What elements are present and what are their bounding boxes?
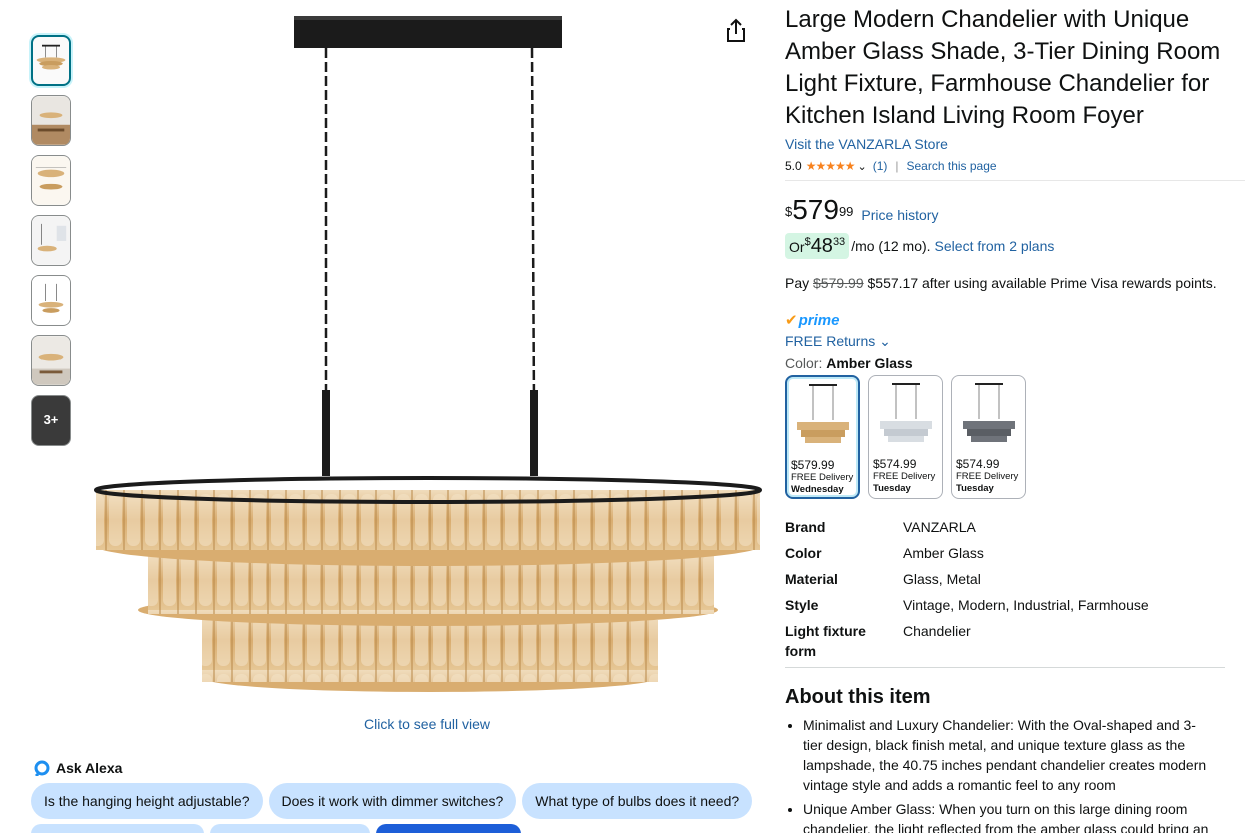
prime-badge: ✔ prime [785, 311, 1230, 330]
color-selector-label: Color: Amber Glass [785, 355, 1230, 371]
swatch-delivery: FREE Delivery [873, 471, 936, 482]
swatch-price: $579.99 [791, 458, 835, 472]
more-count: 3+ [43, 412, 59, 427]
monthly-price-badge: Or $48 33 [785, 233, 850, 259]
monthly-fraction: 33 [832, 236, 846, 248]
swatch-delivery: FREE Delivery [791, 472, 854, 483]
spec-row: Material Glass, Metal [785, 569, 1230, 589]
alexa-chip-partial[interactable] [210, 824, 370, 833]
price-history-link[interactable]: Price history [861, 207, 938, 223]
spec-value: Chandelier [903, 623, 971, 639]
product-details: Large Modern Chandelier with Unique Ambe… [785, 4, 1245, 833]
divider [785, 667, 1225, 668]
spec-value: Amber Glass [903, 545, 984, 561]
swatch-delivery: FREE Delivery [956, 471, 1019, 482]
swatch-smoke-glass[interactable]: $574.99 FREE Delivery Tuesday [951, 375, 1026, 499]
alexa-chip-hanging-height[interactable]: Is the hanging height adjustable? [31, 783, 263, 819]
ask-alexa-label: Ask Alexa [56, 760, 123, 776]
prime-check-icon: ✔ [785, 312, 798, 329]
swatch-delivery-day: Tuesday [956, 483, 994, 494]
rating-row: 5.0 ★★★★★ ⌄ (1) | Search this page [785, 158, 1230, 174]
thumbnail-2[interactable] [31, 95, 71, 146]
spec-value: Vintage, Modern, Industrial, Farmhouse [903, 597, 1149, 613]
spec-row: Color Amber Glass [785, 543, 1230, 563]
swatch-delivery-day: Wednesday [791, 484, 844, 495]
about-bullets: Minimalist and Luxury Chandelier: With t… [785, 715, 1215, 833]
spec-key: Light fixture form [785, 623, 866, 659]
about-title: About this item [785, 686, 931, 708]
spec-row: Brand VANZARLA [785, 517, 1230, 537]
ask-alexa: Ask Alexa [34, 760, 122, 776]
alexa-chip-dimmer[interactable]: Does it work with dimmer switches? [268, 783, 517, 819]
spec-row: Light fixture form Chandelier [785, 621, 1230, 661]
full-view-link[interactable]: Click to see full view [364, 716, 490, 732]
free-returns-label: FREE Returns [785, 333, 876, 349]
prime-visa-pay-row: Pay $579.99 $557.17 after using availabl… [785, 275, 1230, 291]
monthly-symbol: $ [804, 236, 811, 248]
swatch-amber-glass[interactable]: $579.99 FREE Delivery Wednesday [785, 375, 860, 499]
about-bullet: Unique Amber Glass: When you turn on thi… [803, 799, 1215, 833]
thumbnail-6[interactable] [31, 335, 71, 386]
monthly-whole: 48 [810, 235, 833, 257]
spec-key: Material [785, 571, 838, 587]
swatch-price: $574.99 [956, 457, 1000, 471]
alexa-icon [34, 760, 50, 776]
pay-prefix: Pay [785, 275, 814, 291]
alexa-chip-partial[interactable] [31, 824, 204, 833]
divider [785, 180, 1245, 181]
chevron-down-icon[interactable]: ⌄ [857, 160, 866, 173]
spec-key: Style [785, 597, 819, 613]
spec-value: VANZARLA [903, 519, 976, 535]
spec-row: Style Vintage, Modern, Industrial, Farmho… [785, 595, 1230, 615]
swatch-price: $574.99 [873, 457, 917, 471]
share-icon[interactable] [725, 18, 747, 44]
price-symbol: $ [785, 204, 793, 219]
main-product-image[interactable] [90, 10, 765, 705]
thumbnail-1[interactable] [31, 35, 71, 86]
star-rating-icon[interactable]: ★★★★★ [806, 159, 856, 173]
pay-rest: $557.17 after using available Prime Visa… [863, 275, 1217, 291]
thumbnail-5[interactable] [31, 275, 71, 326]
thumbnail-more[interactable]: 3+ [31, 395, 71, 446]
swatch-delivery-day: Tuesday [873, 483, 911, 494]
swatch-clear-image [879, 383, 932, 442]
spec-table: Brand VANZARLA Color Amber Glass Material G… [785, 517, 1230, 661]
original-price: $579.99 [813, 275, 864, 291]
color-value: Amber Glass [826, 355, 913, 371]
divider: | [895, 159, 899, 173]
free-returns-link[interactable]: FREE Returns ⌄ [785, 333, 1230, 350]
swatch-smoke-image [962, 383, 1015, 442]
rating-value: 5.0 [785, 159, 802, 173]
rating-count-link[interactable]: (1) [873, 159, 888, 173]
alexa-chip-bulbs[interactable]: What type of bulbs does it need? [522, 783, 753, 819]
thumbnail-3[interactable] [31, 155, 71, 206]
color-label: Color: [785, 355, 827, 371]
thumbnail-strip: 3+ [31, 35, 72, 455]
spec-key: Brand [785, 519, 826, 535]
price-row: $57999 Price history [785, 195, 1230, 225]
price-fraction: 99 [838, 204, 854, 219]
chevron-down-icon: ⌄ [879, 333, 891, 349]
monthly-suffix: /mo (12 mo). [851, 238, 931, 254]
price: $57999 [785, 195, 853, 225]
store-link[interactable]: Visit the VANZARLA Store [785, 136, 1230, 152]
prime-label: prime [798, 311, 840, 329]
alexa-chip-partial[interactable] [376, 824, 521, 833]
about-bullet: Minimalist and Luxury Chandelier: With t… [803, 715, 1215, 795]
monthly-prefix: Or [789, 239, 805, 255]
alexa-question-chips-row2 [31, 824, 521, 833]
price-whole: 579 [792, 194, 839, 225]
color-swatches: $579.99 FREE Delivery Wednesday $574.99 … [785, 375, 1230, 499]
search-this-page-link[interactable]: Search this page [907, 159, 997, 173]
select-plans-link[interactable]: Select from 2 plans [935, 238, 1055, 254]
swatch-clear-glass[interactable]: $574.99 FREE Delivery Tuesday [868, 375, 943, 499]
swatch-amber-image [797, 384, 849, 443]
spec-key: Color [785, 545, 822, 561]
monthly-payment-row: Or $48 33 /mo (12 mo). Select from 2 plan… [785, 233, 1230, 259]
product-title: Large Modern Chandelier with Unique Ambe… [785, 6, 1221, 129]
spec-value: Glass, Metal [903, 571, 981, 587]
thumbnail-4[interactable] [31, 215, 71, 266]
alexa-question-chips: Is the hanging height adjustable? Does i… [31, 783, 753, 819]
